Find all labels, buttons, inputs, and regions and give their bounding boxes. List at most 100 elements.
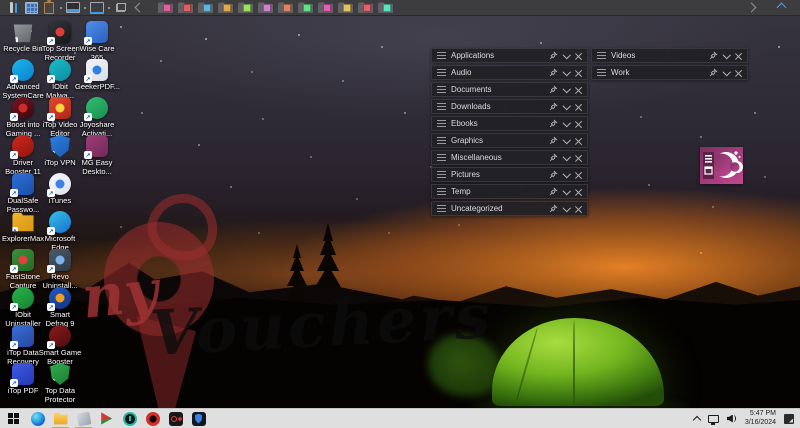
panel-ebooks[interactable]: Ebooks: [431, 116, 588, 131]
dropdown-dot-icon[interactable]: [108, 6, 110, 9]
panel-miscellaneous[interactable]: Miscellaneous: [431, 150, 588, 165]
pin-icon[interactable]: [549, 136, 558, 145]
menu-icon[interactable]: [437, 205, 446, 212]
pin-icon[interactable]: [549, 187, 558, 196]
close-icon[interactable]: [575, 137, 582, 144]
chevron-down-icon[interactable]: [562, 203, 571, 212]
close-icon[interactable]: [575, 69, 582, 76]
dropdown-dot-icon[interactable]: [60, 6, 62, 9]
close-icon[interactable]: [575, 188, 582, 195]
region-capture-icon[interactable]: [89, 1, 105, 14]
tray-chevron-up-icon[interactable]: [692, 415, 702, 424]
chevron-down-icon[interactable]: [562, 135, 571, 144]
toolbar-folder-uncategorized[interactable]: [338, 2, 353, 14]
menu-icon[interactable]: [437, 120, 446, 127]
close-icon[interactable]: [575, 154, 582, 161]
toolbar-folder-graphics[interactable]: [258, 2, 273, 14]
chevron-left-icon[interactable]: [131, 1, 147, 14]
panel-uncategorized[interactable]: Uncategorized: [431, 201, 588, 216]
pin-icon[interactable]: [549, 204, 558, 213]
taskbar-app-edge[interactable]: [26, 409, 49, 428]
network-icon[interactable]: [707, 414, 719, 425]
toolbar-folder-videos[interactable]: [358, 2, 373, 14]
chevron-down-icon[interactable]: [562, 152, 571, 161]
toolbar-folder-work[interactable]: [378, 2, 393, 14]
volume-icon[interactable]: [727, 414, 737, 424]
monitor-capture-icon[interactable]: [65, 1, 81, 14]
taskbar-app-files[interactable]: [72, 409, 95, 428]
clipboard-icon[interactable]: [41, 0, 57, 14]
close-icon[interactable]: [735, 52, 742, 59]
toolbar-folder-applications[interactable]: [158, 2, 173, 14]
taskbar-app-shield[interactable]: [187, 409, 210, 428]
menu-icon[interactable]: [437, 188, 446, 195]
chevron-down-icon[interactable]: [562, 169, 571, 178]
close-icon[interactable]: [575, 205, 582, 212]
close-icon[interactable]: [575, 171, 582, 178]
pin-icon[interactable]: [549, 170, 558, 179]
menu-icon[interactable]: [437, 154, 446, 161]
menu-icon[interactable]: [437, 103, 446, 110]
toolbar-folder-pictures[interactable]: [298, 2, 313, 14]
panel-applications[interactable]: Applications: [431, 48, 588, 63]
tools-icon[interactable]: [5, 1, 21, 14]
close-icon[interactable]: [575, 52, 582, 59]
panel-downloads[interactable]: Downloads: [431, 99, 588, 114]
pin-icon[interactable]: [709, 68, 718, 77]
taskbar-app-mg[interactable]: [95, 409, 118, 428]
action-center-icon[interactable]: [784, 413, 794, 424]
chevron-down-icon[interactable]: [722, 67, 731, 76]
pin-icon[interactable]: [549, 51, 558, 60]
pin-icon[interactable]: [549, 119, 558, 128]
menu-icon[interactable]: [597, 52, 606, 59]
menu-icon[interactable]: [437, 69, 446, 76]
taskbar-app-explorer[interactable]: [49, 409, 72, 428]
pin-icon[interactable]: [549, 102, 558, 111]
taskbar-clock[interactable]: 5:47 PM 3/16/2024: [745, 410, 776, 427]
menu-icon[interactable]: [437, 171, 446, 178]
menu-icon[interactable]: [437, 137, 446, 144]
chevron-right-icon[interactable]: [743, 1, 759, 14]
close-icon[interactable]: [575, 103, 582, 110]
pin-icon[interactable]: [709, 51, 718, 60]
panel-work[interactable]: Work: [591, 65, 748, 80]
menu-icon[interactable]: [437, 52, 446, 59]
collapse-toolbar-icon[interactable]: [773, 1, 789, 14]
pin-icon[interactable]: [549, 153, 558, 162]
panel-audio[interactable]: Audio: [431, 65, 588, 80]
chevron-down-icon[interactable]: [722, 50, 731, 59]
chevron-down-icon[interactable]: [562, 50, 571, 59]
menu-icon[interactable]: [597, 69, 606, 76]
toolbar-folder-documents[interactable]: [198, 2, 213, 14]
app-icon: [191, 411, 206, 426]
chevron-down-icon[interactable]: [562, 186, 571, 195]
board-icon[interactable]: [23, 1, 39, 14]
panel-title: Downloads: [451, 102, 491, 111]
pin-icon[interactable]: [549, 68, 558, 77]
taskbar-app-recorder[interactable]: [164, 409, 187, 428]
panel-pictures[interactable]: Pictures: [431, 167, 588, 182]
pin-icon[interactable]: [549, 85, 558, 94]
close-icon[interactable]: [575, 120, 582, 127]
panel-temp[interactable]: Temp: [431, 184, 588, 199]
toolbar-folder-miscellaneous[interactable]: [278, 2, 293, 14]
panel-videos[interactable]: Videos: [591, 48, 748, 63]
chevron-down-icon[interactable]: [562, 118, 571, 127]
toolbar-folder-downloads[interactable]: [218, 2, 233, 14]
windows-capture-icon[interactable]: [113, 1, 129, 14]
chevron-down-icon[interactable]: [562, 84, 571, 93]
close-icon[interactable]: [575, 86, 582, 93]
close-icon[interactable]: [735, 69, 742, 76]
panel-graphics[interactable]: Graphics: [431, 133, 588, 148]
chevron-down-icon[interactable]: [562, 67, 571, 76]
toolbar-folder-audio[interactable]: [178, 2, 193, 14]
start-button[interactable]: [0, 409, 26, 428]
panel-documents[interactable]: Documents: [431, 82, 588, 97]
chevron-down-icon[interactable]: [562, 101, 571, 110]
taskbar-app-sgb[interactable]: [141, 409, 164, 428]
taskbar-app-iobit[interactable]: [118, 409, 141, 428]
toolbar-folder-temp[interactable]: [318, 2, 333, 14]
dropdown-dot-icon[interactable]: [84, 6, 86, 9]
menu-icon[interactable]: [437, 86, 446, 93]
toolbar-folder-ebooks[interactable]: [238, 2, 253, 14]
